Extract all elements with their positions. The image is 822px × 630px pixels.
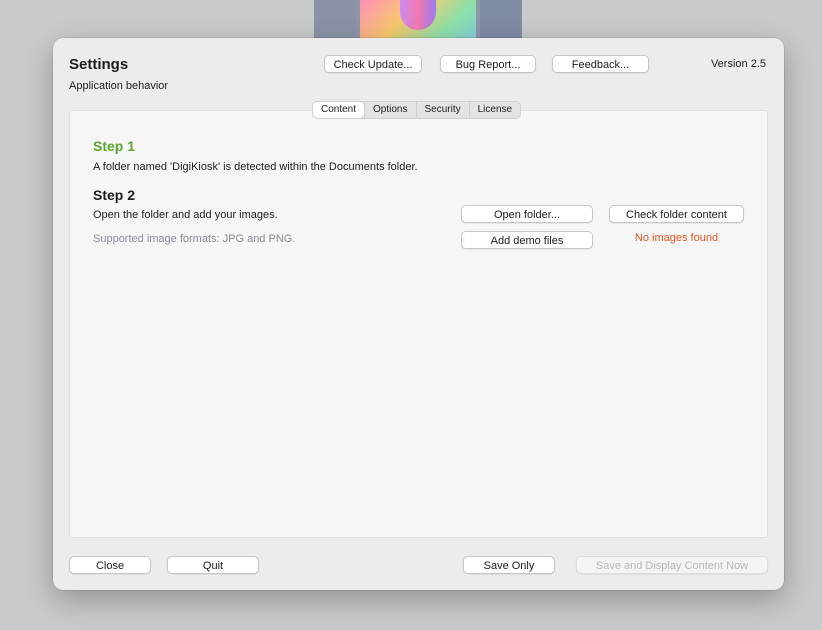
step2-text: Open the folder and add your images. — [93, 209, 278, 221]
wallpaper-shape — [400, 0, 436, 30]
version-label: Version 2.5 — [710, 58, 766, 70]
step2-heading: Step 2 — [93, 187, 136, 203]
check-folder-content-button[interactable]: Check folder content — [609, 205, 744, 223]
add-demo-files-button[interactable]: Add demo files — [461, 231, 593, 249]
dialog-subtitle: Application behavior — [69, 80, 169, 92]
save-only-button[interactable]: Save Only — [463, 556, 555, 574]
save-and-display-button[interactable]: Save and Display Content Now — [576, 556, 768, 574]
step1-heading: Step 1 — [93, 138, 136, 154]
step1-text: A folder named 'DigiKiosk' is detected w… — [93, 161, 418, 173]
tab-license[interactable]: License — [468, 102, 520, 118]
tab-options[interactable]: Options — [364, 102, 415, 118]
quit-button[interactable]: Quit — [167, 556, 259, 574]
dialog-title: Settings — [69, 56, 129, 73]
folder-status-text: No images found — [634, 232, 719, 244]
settings-dialog: Settings Application behavior Check Upda… — [53, 38, 784, 590]
bug-report-button[interactable]: Bug Report... — [440, 55, 536, 73]
content-panel: Step 1 A folder named 'DigiKiosk' is det… — [69, 110, 768, 538]
open-folder-button[interactable]: Open folder... — [461, 205, 593, 223]
close-button[interactable]: Close — [69, 556, 151, 574]
supported-formats-text: Supported image formats: JPG and PNG. — [93, 233, 296, 245]
settings-tabs: Content Options Security License — [312, 101, 522, 119]
tab-security[interactable]: Security — [415, 102, 469, 118]
feedback-button[interactable]: Feedback... — [552, 55, 649, 73]
check-update-button[interactable]: Check Update... — [324, 55, 422, 73]
tab-content[interactable]: Content — [313, 102, 365, 118]
